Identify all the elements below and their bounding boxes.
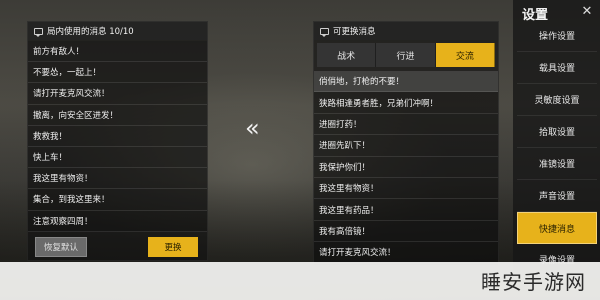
tab-movement[interactable]: 行进 <box>376 43 436 67</box>
message-item[interactable]: 我这里有物资！ <box>314 177 498 200</box>
sidebar-item-scope[interactable]: 准镜设置 <box>517 148 597 180</box>
message-item[interactable]: 狭路相逢勇者胜，兄弟们冲啊！ <box>314 92 498 114</box>
message-category-tabs: 战术 行进 交流 <box>317 43 495 67</box>
message-item[interactable]: 集合，到我这里来！ <box>28 189 207 211</box>
message-item[interactable]: 俏俏地，打枪的不要！ <box>314 71 498 93</box>
message-item[interactable]: 快上车！ <box>28 146 207 169</box>
message-item[interactable]: 我这里有物资！ <box>28 168 207 190</box>
replaceable-messages-panel: 可更换消息 战术 行进 交流 俏俏地，打枪的不要！ 狭路相逢勇者胜，兄弟们冲啊！… <box>313 21 499 266</box>
chat-bubble-icon <box>34 27 43 37</box>
tab-tactics[interactable]: 战术 <box>317 43 377 67</box>
sidebar-item-sensitivity[interactable]: 灵敏度设置 <box>517 84 597 116</box>
sidebar-item-pickup[interactable]: 拾取设置 <box>517 116 597 148</box>
watermark: 睡安手游网 <box>481 270 586 294</box>
tab-communication[interactable]: 交流 <box>435 43 495 67</box>
in-game-messages-panel: 局内使用的消息 10/10 前方有敌人！ 不要怂，一起上！ 请打开麦克风交流！ … <box>27 21 208 261</box>
message-item[interactable]: 撤离，向安全区进发！ <box>28 104 207 126</box>
sidebar-item-controls[interactable]: 操作设置 <box>517 20 597 52</box>
replaceable-messages-header: 可更换消息 <box>314 22 498 40</box>
message-item[interactable]: 请打开麦克风交流！ <box>314 242 498 264</box>
swap-arrow-icon: « <box>245 114 260 142</box>
message-item[interactable]: 注意观察四周！ <box>28 210 207 232</box>
settings-sidebar: 设置 ✕ 操作设置 载具设置 灵敏度设置 拾取设置 准镜设置 声音设置 快捷消息… <box>513 0 600 276</box>
message-item[interactable]: 进圈先趴下！ <box>314 135 498 157</box>
chat-bubble-icon <box>320 27 329 37</box>
settings-menu: 操作设置 载具设置 灵敏度设置 拾取设置 准镜设置 声音设置 快捷消息 录像设置 <box>517 20 597 276</box>
message-item[interactable]: 救救我！ <box>28 125 207 147</box>
close-icon[interactable]: ✕ <box>578 2 596 20</box>
restore-default-button[interactable]: 恢复默认 <box>35 237 87 257</box>
message-item[interactable]: 不要怂，一起上！ <box>28 62 207 84</box>
message-item[interactable]: 我保护你们！ <box>314 156 498 178</box>
message-item[interactable]: 进圈打药！ <box>314 113 498 136</box>
replaceable-messages-title: 可更换消息 <box>333 27 376 37</box>
sidebar-item-sound[interactable]: 声音设置 <box>517 180 597 212</box>
replace-button[interactable]: 更换 <box>148 237 198 257</box>
sidebar-item-vehicle[interactable]: 载具设置 <box>517 52 597 84</box>
message-item[interactable]: 请打开麦克风交流！ <box>28 83 207 105</box>
replaceable-message-list: 俏俏地，打枪的不要！ 狭路相逢勇者胜，兄弟们冲啊！ 进圈打药！ 进圈先趴下！ 我… <box>314 71 498 264</box>
in-game-message-list: 前方有敌人！ 不要怂，一起上！ 请打开麦克风交流！ 撤离，向安全区进发！ 救救我… <box>28 41 207 232</box>
in-game-messages-header: 局内使用的消息 10/10 <box>28 22 207 40</box>
message-item[interactable]: 我这里有药品！ <box>314 199 498 221</box>
message-item[interactable]: 我有高倍镜！ <box>314 220 498 243</box>
sidebar-item-quick-messages[interactable]: 快捷消息 <box>517 212 597 244</box>
in-game-messages-title: 局内使用的消息 10/10 <box>47 27 134 37</box>
message-item[interactable]: 前方有敌人！ <box>28 41 207 63</box>
